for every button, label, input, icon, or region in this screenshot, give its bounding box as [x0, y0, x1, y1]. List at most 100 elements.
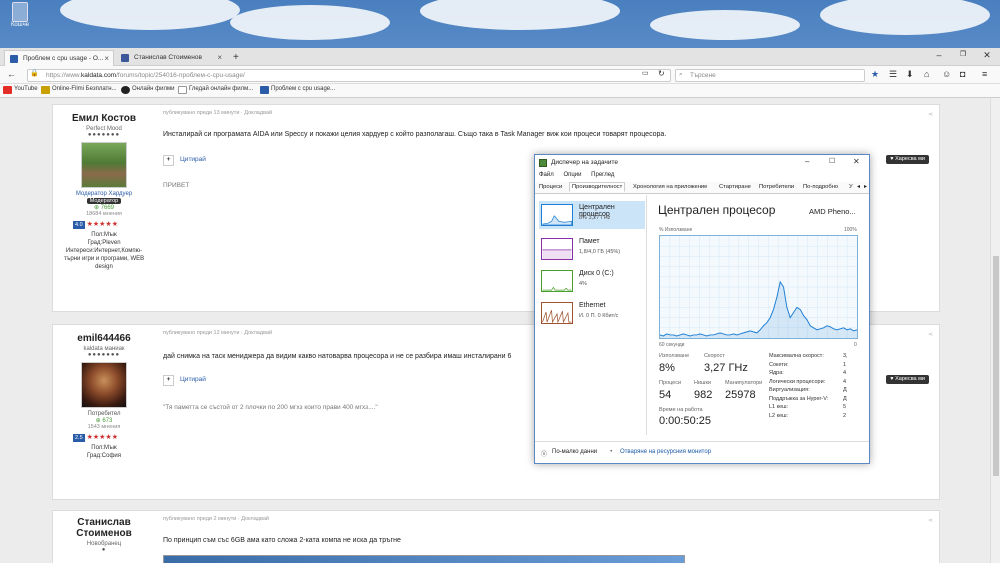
multiquote-icon[interactable]: + — [163, 155, 174, 166]
maximize-icon[interactable]: ❐ — [951, 50, 975, 58]
url-domain: kaldata.com — [81, 72, 117, 79]
threads-label: Нишки — [694, 380, 711, 386]
bookmarks-bar: YouTube Online-Filmi Безплатн... Онлайн … — [0, 84, 1000, 98]
back-icon[interactable]: ← — [7, 69, 16, 79]
spec-label: Логически процесори: — [769, 378, 826, 385]
signature: "Тя паметта се състой от 2 плочки по 200… — [163, 404, 378, 411]
tab-app-history[interactable]: Хронология на приложение — [631, 183, 709, 191]
new-tab-button[interactable]: + — [228, 50, 246, 66]
tab-scroll-left-icon[interactable]: ◂ — [855, 183, 862, 191]
recycle-bin-icon[interactable]: Кошче — [4, 2, 36, 28]
menu-options[interactable]: Опции — [563, 172, 581, 178]
resource-cpu[interactable]: Централен процесор 8% 3,27 ГHz — [539, 201, 645, 229]
avatar[interactable] — [81, 362, 127, 408]
resource-ethernet[interactable]: Ethernet И. 0 П. 0 Кбит/с — [539, 299, 645, 327]
profile-info: Пол:Мъж Град:София — [53, 444, 155, 460]
youtube-icon — [3, 86, 12, 94]
uptime-label: Време на работа — [659, 407, 703, 413]
window-title: Диспечер на задачите — [551, 159, 619, 166]
spec-value: Д — [843, 387, 847, 393]
task-manager-window: Диспечер на задачите – ☐ ✕ Файл Опции Пр… — [534, 154, 870, 464]
share-icon[interactable]: ⋖ — [928, 111, 933, 118]
less-details-link[interactable]: По-малко данни — [552, 449, 597, 455]
rating-value: 2.5 — [73, 434, 85, 442]
close-window-icon[interactable]: ✕ — [975, 50, 999, 61]
library-icon[interactable]: ☰ — [889, 69, 897, 80]
tab-label: Станислав Стоименов — [134, 54, 202, 61]
tab-details[interactable]: По-подробно — [801, 183, 840, 191]
rating-value: 4.0 — [73, 221, 85, 229]
multiquote-icon[interactable]: + — [163, 375, 174, 386]
author-name[interactable]: emil644466 — [53, 333, 155, 344]
like-label: Харесва ми — [895, 156, 925, 162]
processes-label: Процеси — [659, 380, 682, 386]
tab-facebook[interactable]: Станислав Стоименов × — [116, 50, 226, 66]
sync-icon[interactable]: ☺ — [942, 69, 951, 79]
page-icon — [178, 86, 187, 94]
author-name-line2[interactable]: Стоименов — [53, 528, 155, 539]
menu-view[interactable]: Преглед — [591, 172, 614, 178]
task-manager-tabs: Процеси Производителност Хронология на п… — [535, 182, 869, 194]
home-icon[interactable]: ⌂ — [924, 69, 929, 79]
rank-dots: ●●●●●●● — [87, 352, 121, 358]
resource-memory[interactable]: Памет 1,8/4,0 ГБ (45%) — [539, 235, 645, 263]
scrollbar-thumb[interactable] — [993, 256, 999, 476]
pocket-icon[interactable]: ◘ — [960, 69, 965, 79]
resource-monitor-link[interactable]: Отваряне на ресурсния монитор — [620, 449, 711, 455]
like-button[interactable]: ♥ Харесва ми — [886, 375, 929, 384]
tab-users[interactable]: Потребители — [757, 183, 796, 191]
profile-line: Пол:Мъж — [91, 232, 117, 238]
bookmark-kaldata[interactable]: Проблем с cpu usage... — [260, 86, 336, 94]
attached-screenshot[interactable] — [163, 555, 685, 563]
search-input[interactable]: ⌕ Търсене — [675, 69, 865, 82]
resource-list: Централен процесор 8% 3,27 ГHz Памет 1,8… — [535, 195, 647, 435]
tab-active[interactable]: Проблем с cpu usage - О... × — [4, 50, 114, 66]
bookmark-online-filmi[interactable]: Online-Filmi Безплатн... — [41, 86, 117, 94]
minimize-icon[interactable]: – — [927, 50, 951, 60]
heart-icon: ♥ — [890, 376, 894, 382]
reader-icon[interactable]: ▭ — [642, 69, 649, 77]
post-author-panel: Станислав Стоименов Новобранец ● — [53, 511, 155, 553]
tab-scroll-right-icon[interactable]: ▸ — [862, 183, 869, 191]
resource-disk[interactable]: Диск 0 (C:) 4% — [539, 267, 645, 295]
graph-usage-label: % Използване — [659, 227, 693, 233]
bookmark-online-filmi-2[interactable]: Онлайн филми — [121, 86, 174, 94]
share-icon[interactable]: ⋖ — [928, 331, 933, 338]
bookmark-label: Проблем с cpu usage... — [271, 86, 336, 92]
reload-icon[interactable]: ↻ — [658, 69, 665, 78]
menu-icon[interactable]: ≡ — [982, 69, 987, 79]
speed-value: 3,27 ГHz — [704, 362, 748, 374]
maximize-icon[interactable]: ☐ — [829, 157, 835, 165]
bookmark-youtube[interactable]: YouTube — [3, 86, 38, 94]
share-icon[interactable]: ⋖ — [928, 517, 933, 524]
menu-file[interactable]: Файл — [539, 172, 554, 178]
profile-line: design — [95, 264, 113, 270]
author-name-line1[interactable]: Станислав — [53, 517, 155, 528]
less-details-icon[interactable]: ⓧ — [541, 449, 547, 458]
bookmark-gledai[interactable]: Гледай онлайн филм... — [178, 86, 253, 94]
spec-value: 5 — [843, 404, 847, 410]
tab-services[interactable]: У — [847, 183, 855, 191]
minimize-icon[interactable]: – — [805, 157, 809, 166]
author-name[interactable]: Емил Костов — [53, 113, 155, 124]
hd-icon — [41, 86, 50, 94]
quote-button[interactable]: + Цитирай — [163, 155, 206, 166]
close-icon[interactable]: ✕ — [853, 157, 860, 166]
bookmark-star-icon[interactable]: ★ — [871, 69, 879, 80]
signature: ПРИВЕТ — [163, 182, 190, 189]
spec-label: L1 кеш: — [769, 404, 789, 410]
page-scrollbar[interactable] — [990, 98, 1000, 563]
avatar[interactable] — [81, 142, 127, 188]
download-icon[interactable]: ⬇ — [906, 69, 914, 80]
like-button[interactable]: ♥ Харесва ми — [886, 155, 929, 164]
tab-processes[interactable]: Процеси — [537, 183, 564, 191]
address-bar[interactable]: https://www.kaldata.com/forums/topic/254… — [27, 69, 671, 82]
task-manager-titlebar[interactable]: Диспечер на задачите – ☐ ✕ — [535, 155, 869, 171]
post-count: 1543 мнения — [87, 424, 121, 430]
tab-startup[interactable]: Стартиране — [717, 183, 753, 191]
film-icon — [121, 86, 130, 94]
quote-button[interactable]: + Цитирай — [163, 375, 206, 386]
tab-performance[interactable]: Производителност — [569, 182, 626, 192]
close-tab-icon[interactable]: × — [217, 53, 222, 62]
close-tab-icon[interactable]: × — [104, 54, 109, 63]
